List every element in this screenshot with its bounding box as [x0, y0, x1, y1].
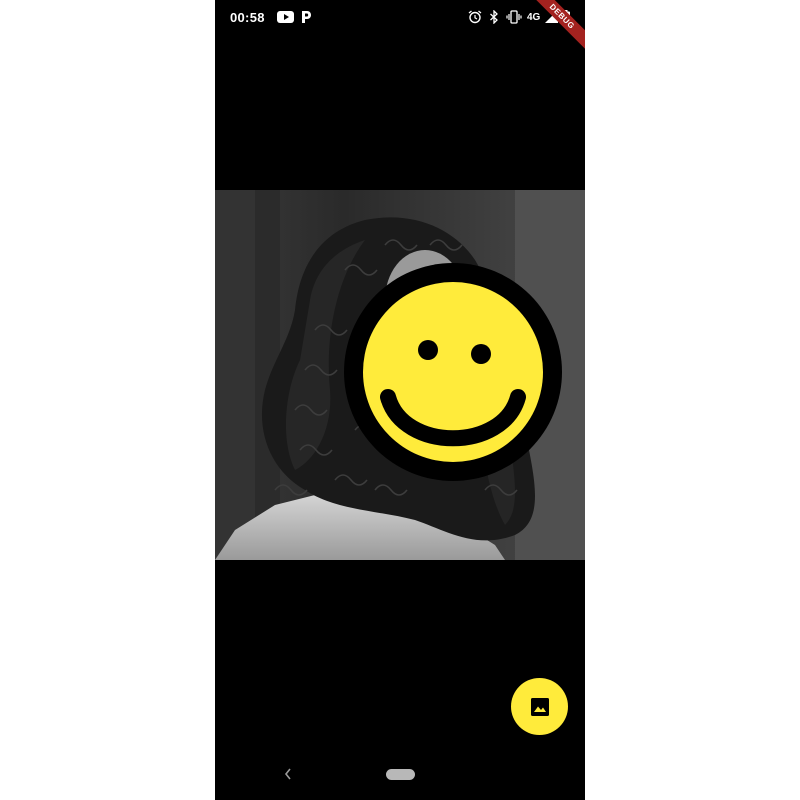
vibrate-icon [506, 10, 522, 24]
pick-image-button[interactable] [511, 678, 568, 735]
alarm-icon [468, 10, 482, 24]
phone-screen: 00:58 4G DEBUG [215, 0, 585, 800]
status-time: 00:58 [230, 10, 265, 25]
bluetooth-icon [490, 10, 498, 24]
home-pill[interactable] [386, 769, 415, 780]
youtube-icon [277, 11, 294, 23]
p-app-icon [302, 11, 311, 23]
network-type-label: 4G [527, 12, 541, 23]
back-icon[interactable] [281, 764, 295, 784]
photo-preview [215, 190, 585, 560]
image-icon [530, 697, 549, 716]
smiley-face-icon [344, 263, 562, 481]
debug-banner: DEBUG [518, 0, 585, 60]
status-bar: 00:58 4G DEBUG [215, 0, 585, 60]
